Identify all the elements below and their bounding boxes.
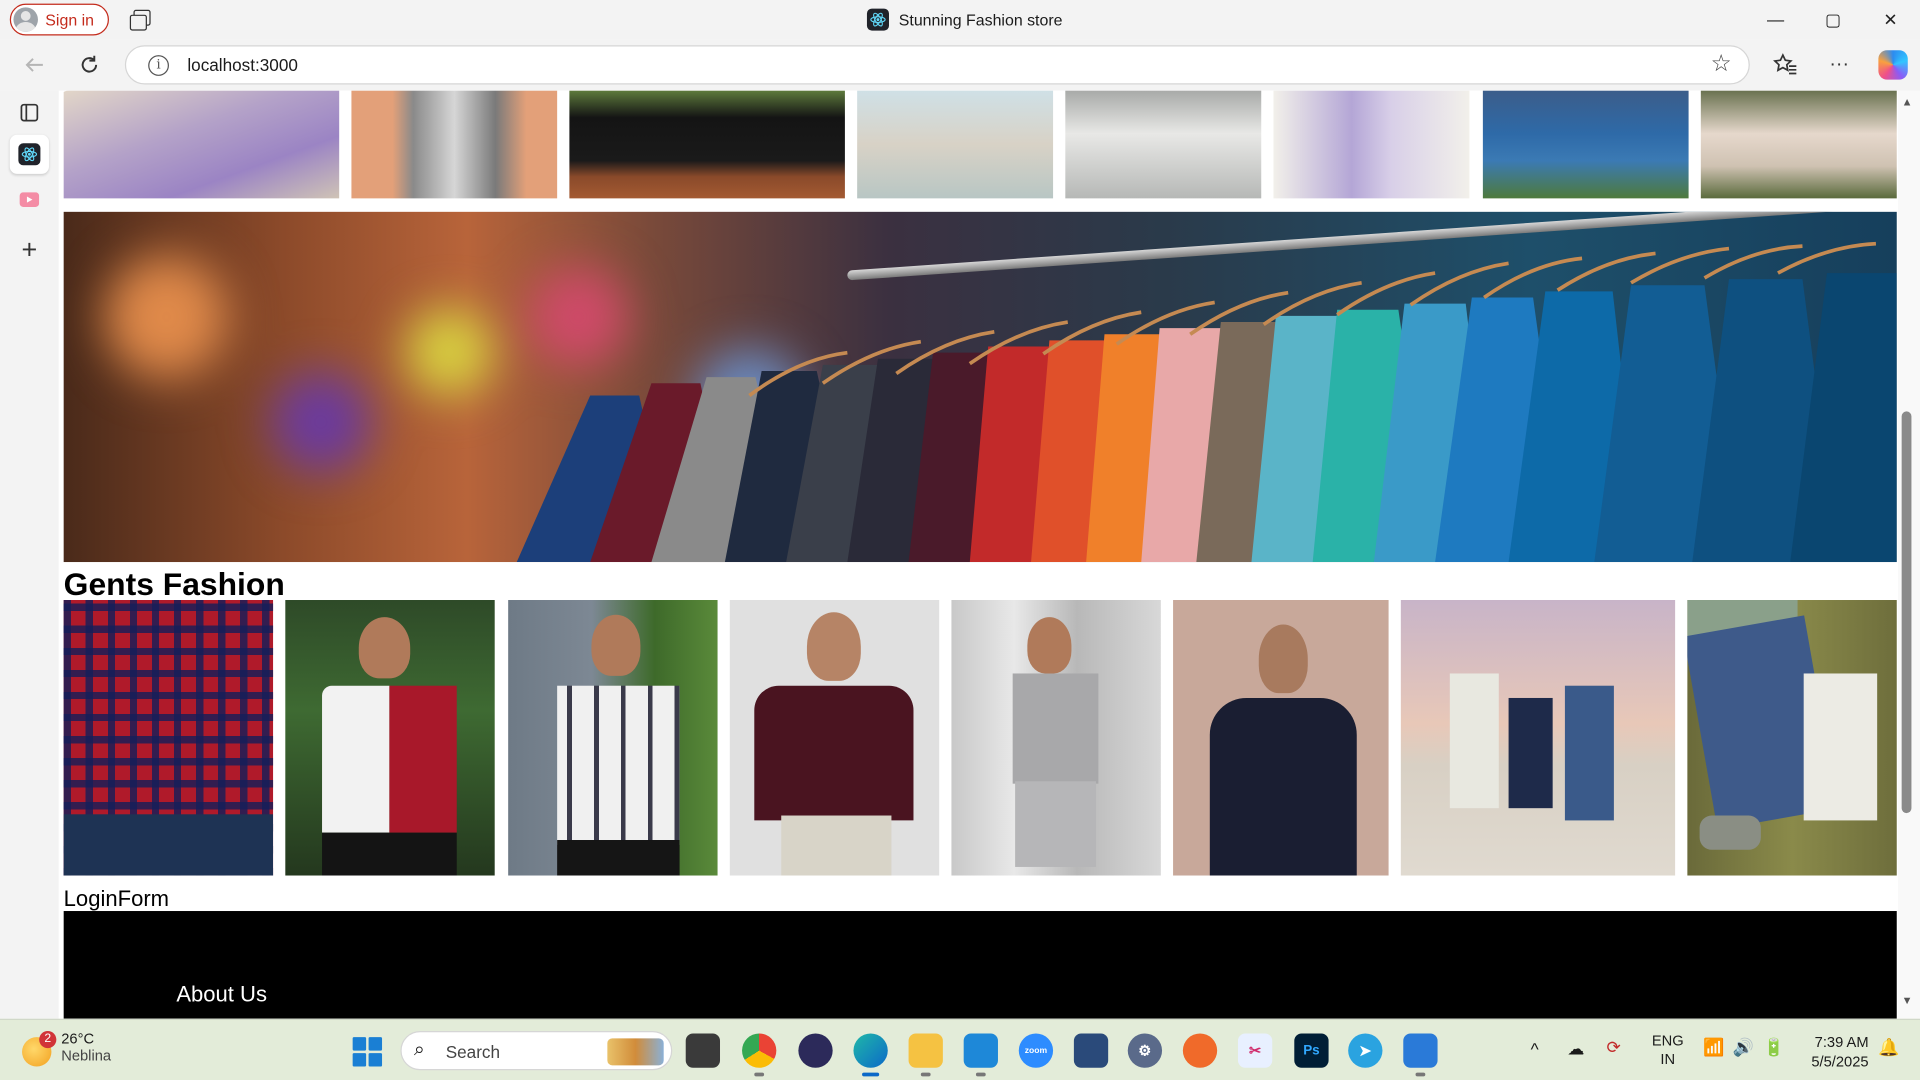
favorites-icon[interactable] — [1768, 49, 1802, 81]
language-code: ENG — [1651, 1032, 1684, 1050]
notification-bell-icon[interactable]: 🔔 — [1878, 1037, 1899, 1058]
mysql-workbench-icon[interactable] — [1073, 1033, 1109, 1068]
refresh-icon[interactable] — [72, 49, 106, 81]
new-tab-plus-icon[interactable]: + — [10, 230, 49, 269]
site-info-icon[interactable]: i — [148, 55, 169, 76]
maximize-button[interactable]: ▢ — [1805, 0, 1861, 39]
minimize-button[interactable]: — — [1747, 0, 1803, 39]
login-form-link[interactable]: LoginForm — [64, 887, 169, 913]
gents-photo[interactable] — [285, 600, 495, 876]
copilot-icon[interactable] — [1878, 50, 1908, 80]
more-options-icon[interactable]: ··· — [1822, 49, 1856, 81]
gents-photo[interactable] — [508, 600, 718, 876]
show-hidden-icons-chevron-icon[interactable]: ^ — [1531, 1040, 1539, 1060]
browser-sidebar: + — [0, 90, 59, 1019]
zoom-icon[interactable]: zoom — [1018, 1033, 1054, 1068]
favorite-star-icon[interactable]: ☆ — [1711, 50, 1732, 78]
edge-icon[interactable] — [853, 1033, 888, 1077]
notepad-icon[interactable] — [1403, 1033, 1438, 1077]
weather-widget[interactable]: 2 26°C Neblina — [22, 1030, 111, 1067]
sync-alert-icon[interactable]: ⟳ — [1607, 1037, 1621, 1058]
snipping-tool-icon[interactable]: ✂ — [1237, 1033, 1273, 1068]
onedrive-icon[interactable]: ☁ — [1567, 1038, 1584, 1059]
windows-start-icon[interactable] — [352, 1037, 383, 1067]
ladies-photo[interactable] — [1482, 90, 1689, 199]
tab-panel-icon[interactable] — [10, 93, 49, 132]
file-explorer-icon[interactable] — [908, 1033, 943, 1077]
ladies-photo[interactable] — [1065, 90, 1262, 199]
taskbar-search-label: Search — [445, 1042, 501, 1062]
react-favicon-icon — [866, 8, 889, 31]
scrollbar-thumb[interactable] — [1901, 411, 1912, 814]
telegram-icon[interactable]: ➤ — [1348, 1033, 1383, 1068]
window-title: Stunning Fashion store — [866, 8, 1063, 31]
battery-icon[interactable]: 🔋 — [1763, 1037, 1784, 1058]
gents-photo[interactable] — [1173, 600, 1389, 876]
gents-photo[interactable] — [1400, 600, 1676, 876]
weather-temperature: 26°C — [61, 1029, 95, 1047]
clock-time: 7:39 AM — [1814, 1033, 1869, 1051]
gents-photo[interactable] — [951, 600, 1161, 876]
ladies-photo[interactable] — [1273, 90, 1470, 199]
language-indicator[interactable]: ENG IN — [1652, 1032, 1684, 1069]
youtube-tab-icon[interactable] — [10, 180, 49, 219]
gents-photo[interactable] — [1687, 600, 1897, 876]
back-arrow-icon[interactable] — [17, 49, 51, 81]
ladies-photo[interactable] — [1700, 90, 1897, 199]
navigation-bar: i localhost:3000 ☆ ··· — [0, 39, 1920, 91]
eclipse-icon[interactable] — [798, 1033, 833, 1068]
photoshop-icon[interactable]: Ps — [1294, 1033, 1329, 1068]
clothing-rack-banner — [63, 211, 1897, 563]
react-tab-icon[interactable] — [9, 134, 49, 174]
postman-icon[interactable] — [1182, 1033, 1218, 1068]
search-icon: ⌕ — [413, 1039, 425, 1061]
weather-sun-icon: 2 — [22, 1031, 57, 1067]
clock-date: 5/5/2025 — [1811, 1053, 1869, 1071]
settings-gear-icon[interactable]: ⚙ — [1127, 1033, 1163, 1068]
taskbar-search[interactable]: ⌕ Search — [400, 1031, 673, 1071]
address-bar[interactable]: i localhost:3000 ☆ — [124, 45, 1750, 85]
weather-description: Neblina — [61, 1046, 112, 1065]
ladies-photo[interactable] — [569, 90, 845, 199]
clock[interactable]: 7:39 AM 5/5/2025 — [1800, 1032, 1869, 1071]
language-region: IN — [1660, 1050, 1676, 1068]
vscode-icon[interactable] — [963, 1033, 998, 1077]
tab-actions-icon[interactable] — [129, 9, 152, 31]
task-view-icon[interactable] — [685, 1033, 721, 1068]
page-viewport: Gents Fashion LoginForm About Us — [58, 90, 1898, 1019]
ladies-photo[interactable] — [857, 90, 1054, 199]
window-title-text: Stunning Fashion store — [898, 10, 1063, 29]
gents-photo[interactable] — [729, 600, 940, 876]
about-us-link[interactable]: About Us — [176, 982, 267, 1008]
volume-icon[interactable]: 🔊 — [1733, 1037, 1754, 1058]
windows-taskbar: 2 26°C Neblina ⌕ Search zoom ⚙ ✂ Ps ➤ ^ … — [0, 1018, 1920, 1080]
scroll-down-arrow-icon[interactable]: ▼ — [1902, 994, 1913, 1006]
scroll-up-arrow-icon[interactable]: ▲ — [1902, 96, 1913, 108]
chrome-icon[interactable] — [742, 1033, 777, 1077]
footer: About Us — [63, 911, 1897, 1019]
wifi-icon[interactable]: 📶 — [1703, 1037, 1724, 1058]
title-bar: Sign in Stunning Fashion store — ▢ ✕ — [0, 0, 1920, 40]
gents-photo[interactable] — [63, 600, 274, 876]
profile-avatar-icon — [13, 7, 38, 32]
gents-fashion-heading: Gents Fashion — [63, 565, 285, 603]
ladies-photo[interactable] — [351, 90, 558, 199]
page-scrollbar[interactable]: ▲ ▼ — [1897, 90, 1920, 1019]
address-url[interactable]: localhost:3000 — [187, 55, 298, 75]
weather-notification-badge: 2 — [39, 1031, 57, 1049]
sign-in-label: Sign in — [45, 10, 94, 29]
close-button[interactable]: ✕ — [1862, 0, 1918, 39]
sign-in-button[interactable]: Sign in — [9, 3, 109, 36]
search-highlight-icon — [607, 1038, 664, 1066]
ladies-photo[interactable] — [63, 90, 340, 199]
